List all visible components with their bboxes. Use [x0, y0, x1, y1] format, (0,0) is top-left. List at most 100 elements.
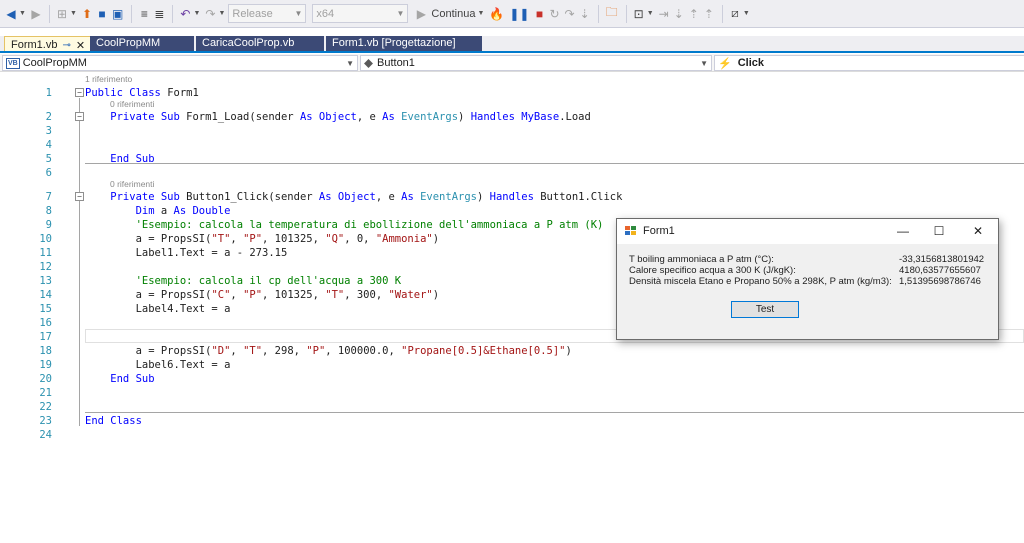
identifier: , e: [356, 111, 383, 123]
event-combo[interactable]: ⚡ Click: [714, 55, 1024, 71]
pause-icon[interactable]: ❚❚: [507, 4, 531, 24]
move-out-icon[interactable]: ⇡: [702, 4, 716, 24]
continue-dropdown-caret[interactable]: ▼: [477, 10, 484, 17]
line-number: 24: [39, 429, 52, 441]
new-dropdown-caret[interactable]: ▼: [70, 10, 77, 17]
form1-window[interactable]: Form1 — ☐ ✕ T boiling ammoniaca a P atm …: [616, 218, 999, 340]
redo-icon[interactable]: ↷: [203, 4, 217, 24]
code-line-9: 'Esempio: calcola la temperatura di ebol…: [85, 219, 604, 231]
tab-label: Form1.vb [Progettazione]: [332, 37, 456, 49]
line-number: 9: [45, 219, 52, 231]
project-value: CoolPropMM: [22, 57, 87, 69]
solution-config-combo[interactable]: Release ▼: [228, 4, 307, 23]
identifier: ,: [230, 345, 244, 357]
collapse-sub-toggle[interactable]: −: [75, 112, 84, 121]
keyword: As: [382, 111, 402, 123]
navigate-back-icon[interactable]: ◀: [4, 4, 18, 24]
tab-coolpropmm[interactable]: CoolPropMM: [90, 36, 194, 51]
close-icon[interactable]: ✕: [970, 223, 986, 239]
keyword: As: [299, 111, 319, 123]
platform-value: x64: [316, 7, 335, 20]
type: EventArgs: [420, 191, 477, 203]
code-lens-references[interactable]: 0 riferimenti: [110, 179, 154, 189]
value-water-cp: 4180,63577655607: [899, 265, 981, 276]
collapse-class-toggle[interactable]: −: [75, 88, 84, 97]
uncomment-lines-icon[interactable]: ≣: [152, 4, 166, 24]
form-icon: [625, 226, 636, 236]
hot-reload-icon[interactable]: 🔥: [487, 4, 506, 24]
identifier: , 100000.0,: [325, 345, 402, 357]
keyword: MyBase: [521, 111, 560, 123]
label-ammonia-boiling: T boiling ammoniaca a P atm (°C):: [629, 254, 774, 265]
identifier: Button1.Click: [540, 191, 623, 203]
screenshot-dropdown-caret[interactable]: ▼: [647, 10, 654, 17]
code-line-5: End Sub: [85, 153, 155, 165]
code-line-7: Private Sub Button1_Click(sender As Obje…: [85, 190, 622, 204]
find-in-files-icon[interactable]: 🗀: [604, 4, 620, 24]
method-separator: [85, 163, 1024, 164]
toolbar-options-icon[interactable]: ⧄: [728, 4, 742, 24]
save-icon[interactable]: ■: [95, 4, 109, 24]
fold-guide: [79, 98, 80, 426]
continue-button[interactable]: Continua: [431, 8, 475, 20]
string: "Water": [388, 289, 433, 301]
stop-icon[interactable]: ■: [532, 4, 546, 24]
control-icon: [364, 58, 373, 68]
move-down-icon[interactable]: ⇣: [672, 4, 686, 24]
form1-title-bar[interactable]: Form1 — ☐ ✕: [617, 219, 998, 244]
navigation-bar: VB CoolPropMM ▼ Button1 ▼ ⚡ Click: [0, 54, 1024, 72]
line-number: 1: [45, 87, 52, 99]
line-number: 17: [39, 331, 52, 343]
redo-dropdown-caret[interactable]: ▼: [218, 10, 225, 17]
platform-combo[interactable]: x64 ▼: [312, 4, 409, 23]
screenshot-icon[interactable]: ⊡: [632, 4, 646, 24]
line-number: 22: [39, 401, 52, 413]
tab-accent-line: [0, 51, 1024, 53]
undo-icon[interactable]: ↶: [178, 4, 192, 24]
continue-icon[interactable]: ▶: [414, 4, 428, 24]
keyword: Private Sub: [85, 191, 187, 203]
step-over-icon[interactable]: ↷: [563, 4, 577, 24]
separator: [172, 4, 174, 23]
step-forward-icon[interactable]: ⇥: [657, 4, 671, 24]
code-lens-references[interactable]: 1 riferimento: [85, 74, 132, 84]
line-number: 23: [39, 415, 52, 427]
string: "P": [306, 345, 326, 357]
identifier: Button1_Click(sender: [186, 191, 319, 203]
test-button[interactable]: Test: [731, 301, 799, 318]
keyword: Dim: [85, 205, 161, 217]
code-lens-references[interactable]: 0 riferimenti: [110, 99, 154, 109]
step-into-icon[interactable]: ⇣: [578, 4, 592, 24]
line-number: 7: [45, 191, 52, 203]
tab-caricacoolprop-vb[interactable]: CaricaCoolProp.vb: [196, 36, 324, 51]
move-up-icon[interactable]: ⇡: [687, 4, 701, 24]
form-title: Form1: [643, 225, 675, 237]
new-project-icon[interactable]: ⊞: [55, 4, 69, 24]
collapse-sub-toggle[interactable]: −: [75, 192, 84, 201]
close-icon[interactable]: ✕: [76, 39, 85, 52]
undo-dropdown-caret[interactable]: ▼: [193, 10, 200, 17]
navigate-forward-icon[interactable]: ▶: [29, 4, 43, 24]
identifier: , 101325,: [262, 233, 326, 245]
pin-icon[interactable]: ⊸: [62, 40, 70, 51]
restart-icon[interactable]: ↻: [547, 4, 561, 24]
tab-form1-designer[interactable]: Form1.vb [Progettazione]: [326, 36, 482, 51]
identifier: , 298,: [262, 345, 307, 357]
object-combo[interactable]: Button1 ▼: [360, 55, 712, 71]
identifier: , e: [375, 191, 402, 203]
tab-label: CaricaCoolProp.vb: [202, 37, 295, 49]
type: Object: [337, 191, 376, 203]
save-all-icon[interactable]: ▣: [110, 4, 125, 24]
code-line-23: End Class: [85, 415, 142, 427]
open-file-icon[interactable]: ⬆: [80, 4, 94, 24]
back-dropdown-caret[interactable]: ▼: [19, 10, 26, 17]
keyword: Handles: [489, 191, 541, 203]
toolbar-options-caret[interactable]: ▼: [743, 10, 750, 17]
keyword: As: [318, 191, 338, 203]
minimize-icon[interactable]: —: [895, 223, 911, 239]
comment-lines-icon[interactable]: ≡: [137, 4, 151, 24]
project-combo[interactable]: VB CoolPropMM ▼: [2, 55, 358, 71]
maximize-icon[interactable]: ☐: [931, 223, 947, 239]
line-number: 13: [39, 275, 52, 287]
string: "T": [243, 345, 263, 357]
